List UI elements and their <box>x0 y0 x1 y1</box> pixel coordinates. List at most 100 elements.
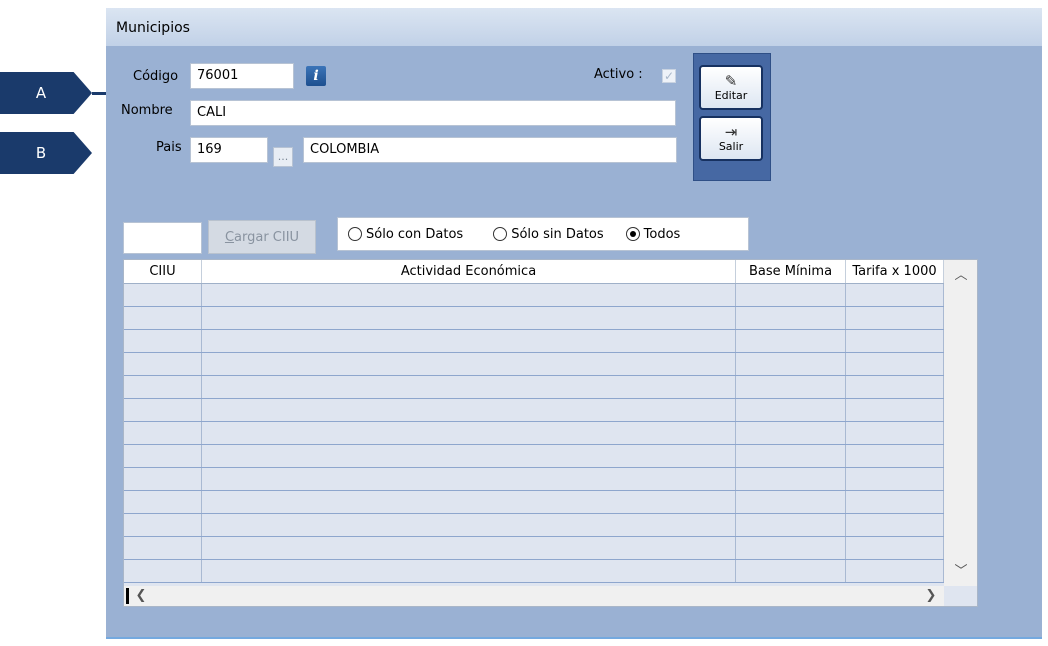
table-cell[interactable] <box>736 284 846 306</box>
callout-a-label: A <box>35 84 47 102</box>
scroll-up-icon[interactable]: ︿ <box>952 264 970 283</box>
table-cell[interactable] <box>736 330 846 352</box>
table-cell[interactable] <box>202 284 736 306</box>
scroll-right-icon[interactable]: ❯ <box>924 588 938 603</box>
table-cell[interactable] <box>124 491 202 513</box>
table-row[interactable] <box>124 399 944 422</box>
table-cell[interactable] <box>846 491 944 513</box>
table-row[interactable] <box>124 445 944 468</box>
table-cell[interactable] <box>124 445 202 467</box>
table-cell[interactable] <box>202 445 736 467</box>
table-row[interactable] <box>124 284 944 307</box>
table-cell[interactable] <box>736 560 846 582</box>
table-cell[interactable] <box>124 284 202 306</box>
editar-label: Editar <box>714 89 748 102</box>
table-cell[interactable] <box>846 353 944 375</box>
table-cell[interactable] <box>846 376 944 398</box>
info-icon[interactable]: i <box>306 66 326 86</box>
radio-solo-con-datos-circle[interactable] <box>348 227 362 241</box>
col-header-actividad[interactable]: Actividad Económica <box>202 260 736 283</box>
table-cell[interactable] <box>846 330 944 352</box>
table-cell[interactable] <box>124 307 202 329</box>
radio-todos-label: Todos <box>643 226 681 242</box>
col-header-ciiu[interactable]: CIIU <box>124 260 202 283</box>
table-row[interactable] <box>124 330 944 353</box>
table-cell[interactable] <box>202 514 736 536</box>
table-cell[interactable] <box>846 399 944 421</box>
table-row[interactable] <box>124 376 944 399</box>
table-cell[interactable] <box>736 353 846 375</box>
editar-button[interactable]: ✎ Editar <box>699 65 763 110</box>
activo-checkbox[interactable]: ✓ <box>662 69 676 83</box>
table-cell[interactable] <box>736 307 846 329</box>
table-cell[interactable] <box>846 307 944 329</box>
table-cell[interactable] <box>736 376 846 398</box>
table-row[interactable] <box>124 353 944 376</box>
ciiu-search-field[interactable] <box>123 222 202 254</box>
activo-label: Activo : <box>594 67 643 82</box>
scroll-down-icon[interactable]: ﹀ <box>952 560 970 579</box>
nombre-field[interactable]: CALI <box>190 100 676 126</box>
table-cell[interactable] <box>202 560 736 582</box>
table-cell[interactable] <box>736 445 846 467</box>
table-cell[interactable] <box>736 514 846 536</box>
table-cell[interactable] <box>202 399 736 421</box>
table-cell[interactable] <box>124 514 202 536</box>
table-cell[interactable] <box>124 376 202 398</box>
table-cell[interactable] <box>736 399 846 421</box>
table-cell[interactable] <box>202 468 736 490</box>
col-header-base-minima[interactable]: Base Mínima <box>736 260 846 283</box>
pais-lookup-button[interactable]: ... <box>273 147 293 167</box>
table-cell[interactable] <box>202 491 736 513</box>
table-cell[interactable] <box>124 537 202 559</box>
table-row[interactable] <box>124 537 944 560</box>
table-cell[interactable] <box>846 422 944 444</box>
codigo-field[interactable]: 76001 <box>190 63 294 89</box>
horizontal-scrollbar[interactable]: ❮ ❯ <box>124 586 944 606</box>
table-cell[interactable] <box>846 468 944 490</box>
table-cell[interactable] <box>124 399 202 421</box>
table-cell[interactable] <box>124 353 202 375</box>
table-row[interactable] <box>124 560 944 583</box>
table-cell[interactable] <box>202 376 736 398</box>
table-row[interactable] <box>124 491 944 514</box>
pais-code-field[interactable]: 169 <box>190 137 268 163</box>
scroll-left-icon[interactable]: ❮ <box>134 588 148 603</box>
table-cell[interactable] <box>202 537 736 559</box>
salir-button[interactable]: ⇥ Salir <box>699 116 763 161</box>
pais-name-field[interactable]: COLOMBIA <box>303 137 677 163</box>
table-cell[interactable] <box>202 353 736 375</box>
ciiu-grid[interactable]: CIIU Actividad Económica Base Mínima Tar… <box>123 259 978 607</box>
table-cell[interactable] <box>736 537 846 559</box>
col-header-tarifa[interactable]: Tarifa x 1000 <box>846 260 944 283</box>
table-row[interactable] <box>124 514 944 537</box>
table-row[interactable] <box>124 307 944 330</box>
table-cell[interactable] <box>736 491 846 513</box>
table-cell[interactable] <box>202 330 736 352</box>
table-cell[interactable] <box>124 330 202 352</box>
table-cell[interactable] <box>202 307 736 329</box>
table-cell[interactable] <box>846 284 944 306</box>
radio-todos-circle[interactable] <box>625 227 640 241</box>
table-row[interactable] <box>124 422 944 445</box>
radio-todos[interactable]: Todos <box>625 226 681 242</box>
exit-door-icon: ⇥ <box>724 123 738 141</box>
table-cell[interactable] <box>846 445 944 467</box>
table-cell[interactable] <box>846 514 944 536</box>
table-cell[interactable] <box>124 560 202 582</box>
cargar-ciiu-button[interactable]: Cargar CIIU <box>208 220 316 254</box>
table-cell[interactable] <box>124 422 202 444</box>
table-cell[interactable] <box>736 468 846 490</box>
table-cell[interactable] <box>846 560 944 582</box>
table-row[interactable] <box>124 468 944 491</box>
radio-solo-con-datos[interactable]: Sólo con Datos <box>348 227 463 242</box>
table-cell[interactable] <box>124 468 202 490</box>
table-cell[interactable] <box>202 422 736 444</box>
vertical-scrollbar[interactable]: ︿ ﹀ <box>944 260 977 586</box>
filter-radio-group: Sólo con Datos Sólo sin Datos Todos <box>337 217 749 251</box>
radio-solo-sin-datos[interactable]: Sólo sin Datos <box>493 227 604 242</box>
table-cell[interactable] <box>736 422 846 444</box>
table-cell[interactable] <box>846 537 944 559</box>
radio-solo-sin-datos-circle[interactable] <box>493 227 508 241</box>
nombre-label: Nombre <box>121 103 173 118</box>
